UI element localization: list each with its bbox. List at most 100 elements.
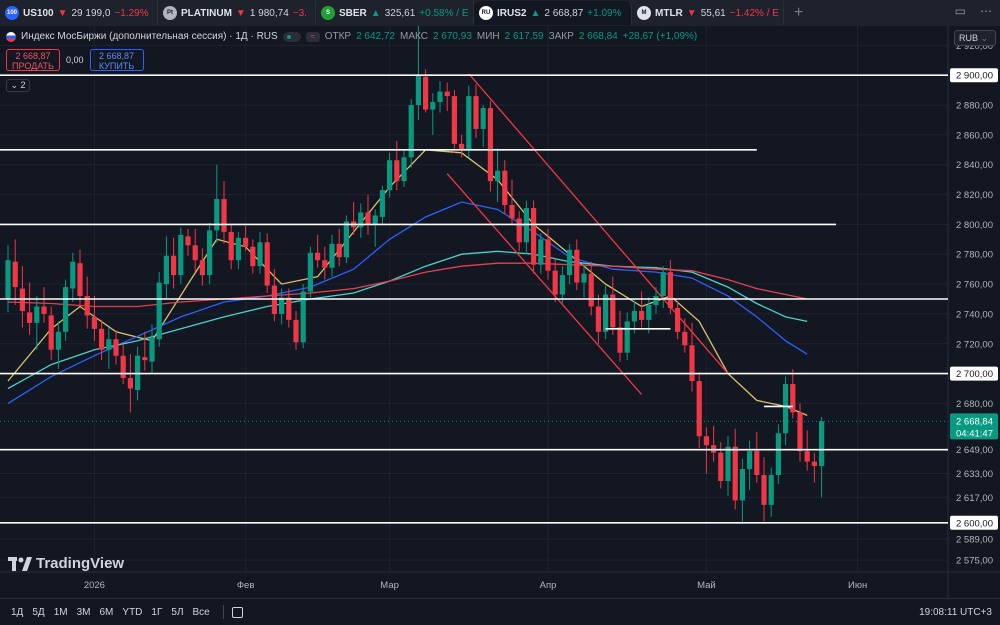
candle-body	[423, 76, 429, 110]
candle-body	[811, 461, 817, 467]
low-value: 2 617,59	[504, 31, 544, 42]
more-menu-icon[interactable]: ⋯	[980, 4, 992, 18]
range-button-6[interactable]: 1Г	[151, 607, 162, 618]
range-button-0[interactable]: 1Д	[11, 607, 23, 618]
tab-symbol: MTLR	[655, 7, 683, 19]
low-label: МИН	[476, 31, 500, 42]
candle-body	[516, 218, 522, 243]
candle-body	[293, 319, 299, 343]
y-tick-label: 2 820,00	[956, 190, 993, 201]
y-tick-label: 2 649,00	[956, 445, 993, 456]
x-tick-label: Мар	[380, 580, 399, 591]
tab-change: +0.58% / E	[419, 7, 469, 19]
candle-body	[41, 306, 47, 314]
candle-body	[106, 339, 112, 350]
candle-body	[603, 294, 609, 332]
spread-value: 0,00	[66, 55, 84, 65]
candle-body	[5, 260, 11, 299]
buy-button[interactable]: 2 668,87 КУПИТЬ	[89, 49, 144, 71]
candle-body	[646, 304, 652, 320]
candle-body	[163, 255, 169, 285]
candle-body	[127, 378, 133, 389]
high-label: МАКС	[400, 31, 428, 42]
y-tick-label: 2 633,00	[956, 469, 993, 480]
candle-body	[322, 260, 328, 268]
range-button-8[interactable]: Все	[193, 607, 210, 618]
candle-body	[495, 170, 501, 182]
chart-background	[0, 26, 1000, 598]
candle-body	[739, 469, 745, 501]
candle-body	[797, 412, 803, 452]
tab-price: 29 199,0	[71, 7, 111, 19]
candle-body	[365, 212, 371, 225]
candle-body	[329, 243, 335, 268]
tab-change: −1.42% / E	[729, 7, 779, 19]
tab-symbol: IRUS2	[497, 7, 527, 19]
status-dot-icon	[282, 31, 301, 42]
candle-body	[113, 339, 119, 356]
tab-bar: 100US100▼29 199,0−1.29%✕PtPLATINUM▼1 980…	[0, 0, 1000, 26]
candle-body	[624, 321, 630, 353]
indicators-count: 2	[20, 80, 26, 90]
tab-price: 55,61	[700, 7, 726, 19]
range-button-2[interactable]: 1М	[54, 607, 68, 618]
candle-body	[171, 255, 177, 276]
sell-button[interactable]: 2 668,87 ПРОДАТЬ	[6, 49, 60, 71]
candle-body	[790, 384, 796, 413]
y-tick-label: 2 575,00	[956, 556, 993, 567]
candle-body	[775, 433, 781, 476]
tab-irus2[interactable]: RUIRUS2▲2 668,87+1.09%✕	[474, 1, 632, 25]
candle-body	[149, 337, 155, 362]
y-tick-label: 2 617,00	[956, 493, 993, 504]
range-button-1[interactable]: 5Д	[32, 607, 44, 618]
candle-body	[451, 96, 457, 144]
y-tick-label: 2 680,00	[956, 399, 993, 410]
candle-body	[747, 451, 753, 470]
calendar-icon[interactable]	[231, 606, 243, 618]
range-button-5[interactable]: YTD	[122, 607, 142, 618]
indicators-toggle[interactable]: ⌄ 2	[6, 79, 30, 92]
candle-body	[250, 246, 256, 267]
candle-body	[63, 287, 69, 332]
candle-body	[387, 160, 393, 191]
layout-icon[interactable]: ▭	[955, 4, 966, 18]
range-button-3[interactable]: 3М	[77, 607, 91, 618]
candle-body	[207, 230, 213, 276]
tab-mtlr[interactable]: MMTLR▼55,61−1.42% / E✕	[632, 1, 784, 25]
candle-body	[336, 243, 342, 258]
candle-body	[567, 249, 573, 276]
clock[interactable]: 19:08:11 UTC+3	[919, 607, 992, 618]
compare-icon[interactable]: ≈	[305, 31, 320, 42]
y-tick-label: 2 780,00	[956, 250, 993, 261]
tab-symbol: SBER	[339, 7, 367, 19]
currency-select[interactable]: RUB ⌄	[954, 30, 996, 46]
candle-body	[487, 108, 493, 182]
y-tick-label: 2 860,00	[956, 130, 993, 141]
symbol-logo-icon: 100	[5, 6, 19, 20]
tab-us100[interactable]: 100US100▼29 199,0−1.29%✕	[0, 1, 158, 25]
add-tab-button[interactable]: +	[794, 4, 803, 22]
range-button-7[interactable]: 5Л	[171, 607, 183, 618]
countdown-timer: 04:41:47	[956, 428, 993, 439]
tab-price: 325,61	[384, 7, 416, 19]
tab-platinum[interactable]: PtPLATINUM▼1 980,74−3.✕	[158, 1, 316, 25]
candle-body	[156, 282, 162, 340]
candle-body	[502, 170, 508, 206]
candle-body	[437, 91, 443, 103]
candle-body	[725, 446, 731, 481]
candle-body	[228, 231, 234, 261]
candle-body	[394, 160, 400, 182]
range-button-4[interactable]: 6М	[100, 607, 114, 618]
tab-sber[interactable]: SSBER▲325,61+0.58% / E✕	[316, 1, 474, 25]
candle-body	[538, 239, 544, 265]
candle-body	[264, 242, 270, 286]
price-chart[interactable]: 2 920,002 900,002 880,002 860,002 840,00…	[0, 26, 1000, 598]
sell-price: 2 668,87	[15, 51, 51, 61]
chevron-down-icon: ⌄	[10, 80, 18, 90]
y-tick-label: 2 880,00	[956, 101, 993, 112]
chart-area[interactable]: 2 920,002 900,002 880,002 860,002 840,00…	[0, 26, 1000, 598]
candle-body	[783, 384, 789, 434]
candle-body	[667, 272, 673, 308]
candle-body	[243, 237, 249, 247]
candle-body	[581, 273, 587, 283]
